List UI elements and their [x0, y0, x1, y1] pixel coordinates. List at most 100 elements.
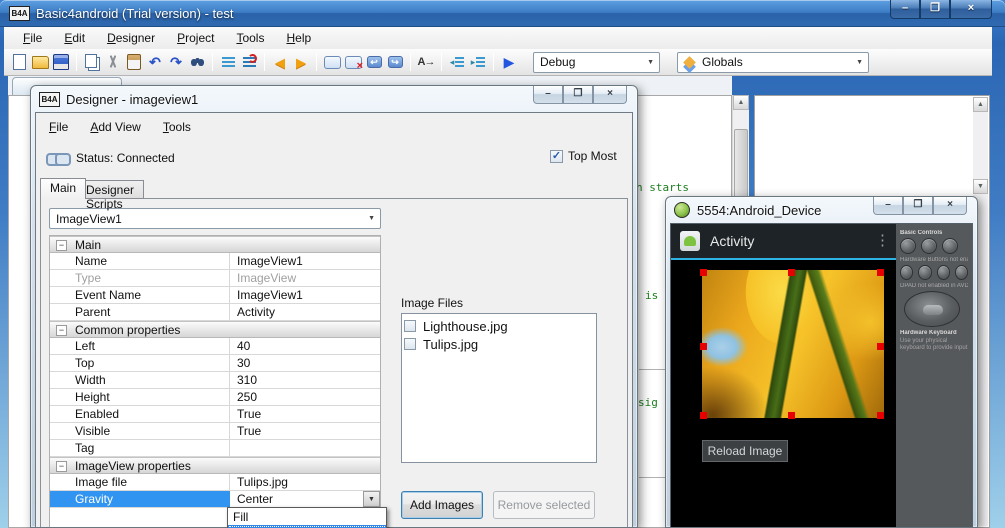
scroll-up-icon[interactable]: ▲ — [733, 95, 749, 110]
property-value[interactable] — [230, 440, 380, 456]
view-selector-combo[interactable]: ImageView1 ▼ — [49, 208, 381, 229]
property-value[interactable]: True — [230, 423, 380, 439]
resize-handle[interactable] — [877, 412, 884, 419]
copy-icon[interactable] — [83, 53, 101, 71]
scroll-up-icon[interactable]: ▲ — [973, 97, 988, 112]
maximize-button[interactable]: ❐ — [920, 0, 950, 19]
undo-icon[interactable]: ↶ — [146, 53, 164, 71]
navigate-forward-icon[interactable]: ▶ — [292, 53, 310, 71]
paste-icon[interactable] — [125, 53, 143, 71]
property-value[interactable]: 310 — [230, 372, 380, 388]
navigate-back-icon[interactable]: ◀ — [271, 53, 289, 71]
image-files-list[interactable]: Lighthouse.jpg Tulips.jpg — [401, 313, 597, 463]
minimize-button[interactable]: – — [890, 0, 920, 19]
maximize-button[interactable]: ❐ — [903, 197, 933, 215]
property-row[interactable]: Left40 — [50, 338, 380, 355]
property-row[interactable]: Event NameImageView1 — [50, 287, 380, 304]
add-images-button[interactable]: Add Images — [401, 491, 483, 519]
property-row-selected[interactable]: Gravity Center ▼ — [50, 491, 380, 508]
property-value[interactable]: 40 — [230, 338, 380, 354]
collapse-icon[interactable]: − — [56, 325, 67, 336]
scroll-down-icon[interactable]: ▼ — [973, 179, 988, 194]
menu-button[interactable] — [918, 265, 931, 280]
collapse-icon[interactable]: − — [56, 240, 67, 251]
comment-icon[interactable] — [219, 53, 237, 71]
close-button[interactable]: × — [950, 0, 992, 19]
menu-tools[interactable]: Tools — [225, 29, 275, 47]
property-row[interactable]: EnabledTrue — [50, 406, 380, 423]
property-value[interactable]: 30 — [230, 355, 380, 371]
resize-handle[interactable] — [788, 269, 795, 276]
power-button[interactable] — [942, 238, 958, 254]
property-row[interactable]: ParentActivity — [50, 304, 380, 321]
remove-selected-button[interactable]: Remove selected — [493, 491, 595, 519]
designer-menu-file[interactable]: File — [38, 117, 79, 137]
property-value[interactable]: Tulips.jpg — [230, 474, 380, 490]
outdent-icon[interactable]: ◂ — [448, 53, 466, 71]
autocomplete-icon[interactable]: A→ — [417, 53, 435, 71]
file-checkbox[interactable] — [404, 320, 416, 332]
minimize-button[interactable]: – — [873, 197, 903, 215]
resize-handle[interactable] — [700, 343, 707, 350]
menu-edit[interactable]: Edit — [53, 29, 96, 47]
overflow-menu-icon[interactable]: ⋮ — [875, 231, 890, 249]
close-button[interactable]: × — [933, 197, 967, 215]
property-value[interactable]: ImageView1 — [230, 253, 380, 269]
device-screen[interactable]: Activity ⋮ Reload Image — [671, 224, 896, 527]
property-group-row[interactable]: −Common properties — [50, 321, 380, 338]
property-row[interactable]: TypeImageView — [50, 270, 380, 287]
maximize-button[interactable]: ❐ — [563, 86, 593, 104]
menu-project[interactable]: Project — [166, 29, 225, 47]
dropdown-option-fill[interactable]: Fill — [228, 508, 386, 525]
redo-icon[interactable]: ↷ — [167, 53, 185, 71]
property-row[interactable]: Top30 — [50, 355, 380, 372]
chevron-down-icon[interactable]: ▼ — [363, 491, 380, 507]
property-value[interactable]: 250 — [230, 389, 380, 405]
tab-main[interactable]: Main — [40, 178, 86, 199]
resize-handle[interactable] — [700, 269, 707, 276]
uncomment-icon[interactable] — [240, 53, 258, 71]
property-row[interactable]: Width310 — [50, 372, 380, 389]
property-row[interactable]: Tag — [50, 440, 380, 457]
menu-file[interactable]: File — [12, 29, 53, 47]
resize-handle[interactable] — [877, 269, 884, 276]
designer-menu-add-view[interactable]: Add View — [79, 117, 152, 137]
property-group-row[interactable]: −Main — [50, 236, 380, 253]
designer-menu-tools[interactable]: Tools — [152, 117, 202, 137]
save-icon[interactable] — [52, 53, 70, 71]
property-value[interactable]: True — [230, 406, 380, 422]
volume-up-button[interactable] — [921, 238, 937, 254]
file-checkbox[interactable] — [404, 338, 416, 350]
property-value[interactable]: ImageView1 — [230, 287, 380, 303]
property-row[interactable]: NameImageView1 — [50, 253, 380, 270]
minimize-button[interactable]: – — [533, 86, 563, 104]
open-file-icon[interactable] — [31, 53, 49, 71]
resize-handle[interactable] — [788, 412, 795, 419]
imageview-tulips-image[interactable] — [702, 270, 884, 418]
back-button[interactable] — [937, 265, 950, 280]
collapse-region-icon[interactable]: ↩ — [365, 53, 383, 71]
volume-down-button[interactable] — [900, 238, 916, 254]
expand-region-icon[interactable]: ↪ — [386, 53, 404, 71]
property-value[interactable]: Activity — [230, 304, 380, 320]
property-row[interactable]: Image fileTulips.jpg — [50, 474, 380, 491]
dpad-control[interactable] — [904, 291, 960, 327]
menu-help[interactable]: Help — [275, 29, 322, 47]
resize-handle[interactable] — [877, 343, 884, 350]
new-file-icon[interactable] — [10, 53, 28, 71]
tab-designer-scripts[interactable]: Designer Scripts — [76, 180, 144, 199]
search-button[interactable] — [955, 265, 968, 280]
property-row[interactable]: VisibleTrue — [50, 423, 380, 440]
indent-icon[interactable]: ▸ — [469, 53, 487, 71]
menu-designer[interactable]: Designer — [96, 29, 166, 47]
resize-handle[interactable] — [700, 412, 707, 419]
collapse-icon[interactable]: − — [56, 461, 67, 472]
gravity-combo[interactable]: Center ▼ — [230, 491, 380, 507]
close-button[interactable]: × — [593, 86, 627, 104]
region-icon[interactable] — [323, 53, 341, 71]
remove-region-icon[interactable]: × — [344, 53, 362, 71]
build-configuration-combo[interactable]: Debug ▼ — [533, 52, 660, 73]
property-row[interactable]: Height250 — [50, 389, 380, 406]
find-icon[interactable] — [188, 53, 206, 71]
topmost-option[interactable]: ✓ Top Most — [550, 149, 617, 163]
